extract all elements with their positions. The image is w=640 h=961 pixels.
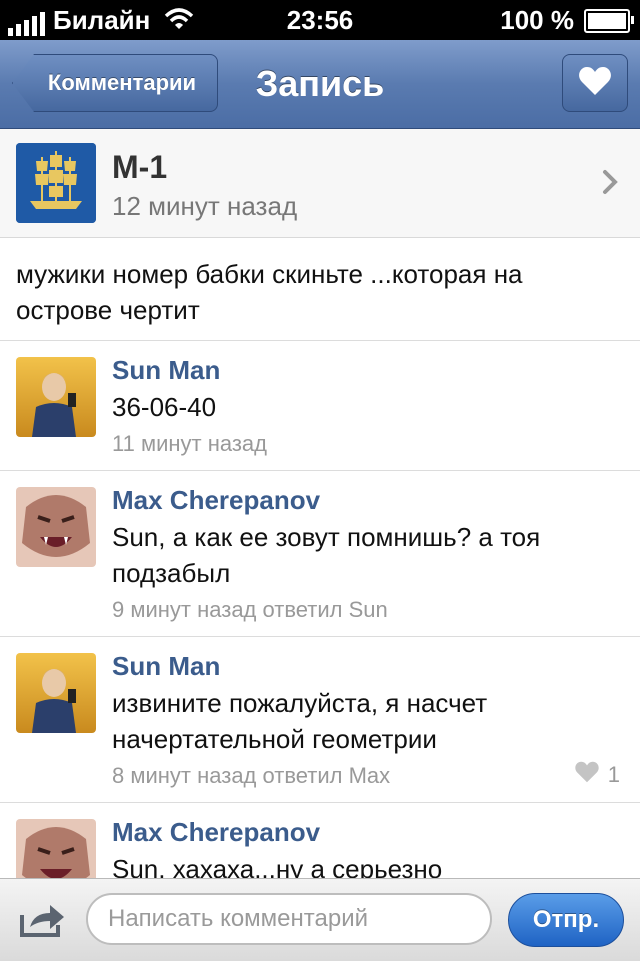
comment-input-bar: Написать комментарий Отпр. [0,878,640,961]
comment-input[interactable]: Написать комментарий [86,893,492,945]
status-bar: Билайн 23:56 100 % [0,0,640,40]
comment-text: Sun, а как ее зовут помнишь? а тоя подза… [112,522,541,588]
comment-meta: 11 минут назад [112,431,267,456]
comment-meta: 8 минут назад ответил Max [112,763,391,788]
comment-like-button[interactable]: 1 [574,761,620,789]
comment-item[interactable]: Sun Man 36-06-40 11 минут назад [0,340,640,471]
post-text: мужики номер бабки скиньте ...которая на… [16,259,523,325]
post-time: 12 минут назад [112,191,298,221]
comment-text: извините пожалуйста, я насчет начертател… [112,688,488,754]
post-header[interactable]: М-1 12 минут назад [0,129,640,238]
avatar[interactable] [16,653,96,733]
share-icon[interactable] [18,901,66,944]
comment-meta: 9 минут назад ответил Sun [112,597,388,622]
comment-author[interactable]: Sun Man [112,355,220,386]
comment-item[interactable]: Max Cherepanov Sun, хахаха...ну а серьез… [0,802,640,879]
comment-author[interactable]: Max Cherepanov [112,485,320,516]
status-right: 100 % [500,5,634,36]
comment-item[interactable]: Sun Man извините пожалуйста, я насчет на… [0,636,640,803]
avatar[interactable] [16,819,96,879]
battery-percent: 100 % [500,5,574,35]
back-button[interactable]: Комментарии [12,54,218,112]
heart-icon [574,761,600,789]
comment-item[interactable]: Max Cherepanov Sun, а как ее зовут помни… [0,470,640,637]
like-button[interactable] [562,54,628,112]
battery-icon [584,8,634,33]
comment-author[interactable]: Sun Man [112,651,220,682]
comment-text: Sun, хахаха...ну а серьезно [112,854,443,879]
navigation-bar: Запись Комментарии [0,40,640,129]
avatar[interactable] [16,357,96,437]
chevron-right-icon [602,169,618,200]
avatar[interactable] [16,487,96,567]
heart-icon [578,66,612,101]
comment-author[interactable]: Max Cherepanov [112,817,320,848]
post-author-avatar[interactable] [16,143,96,223]
like-count: 1 [607,762,620,787]
post-author-name: М-1 [112,149,168,185]
send-button[interactable]: Отпр. [508,893,624,947]
comment-text: 36-06-40 [112,392,217,422]
